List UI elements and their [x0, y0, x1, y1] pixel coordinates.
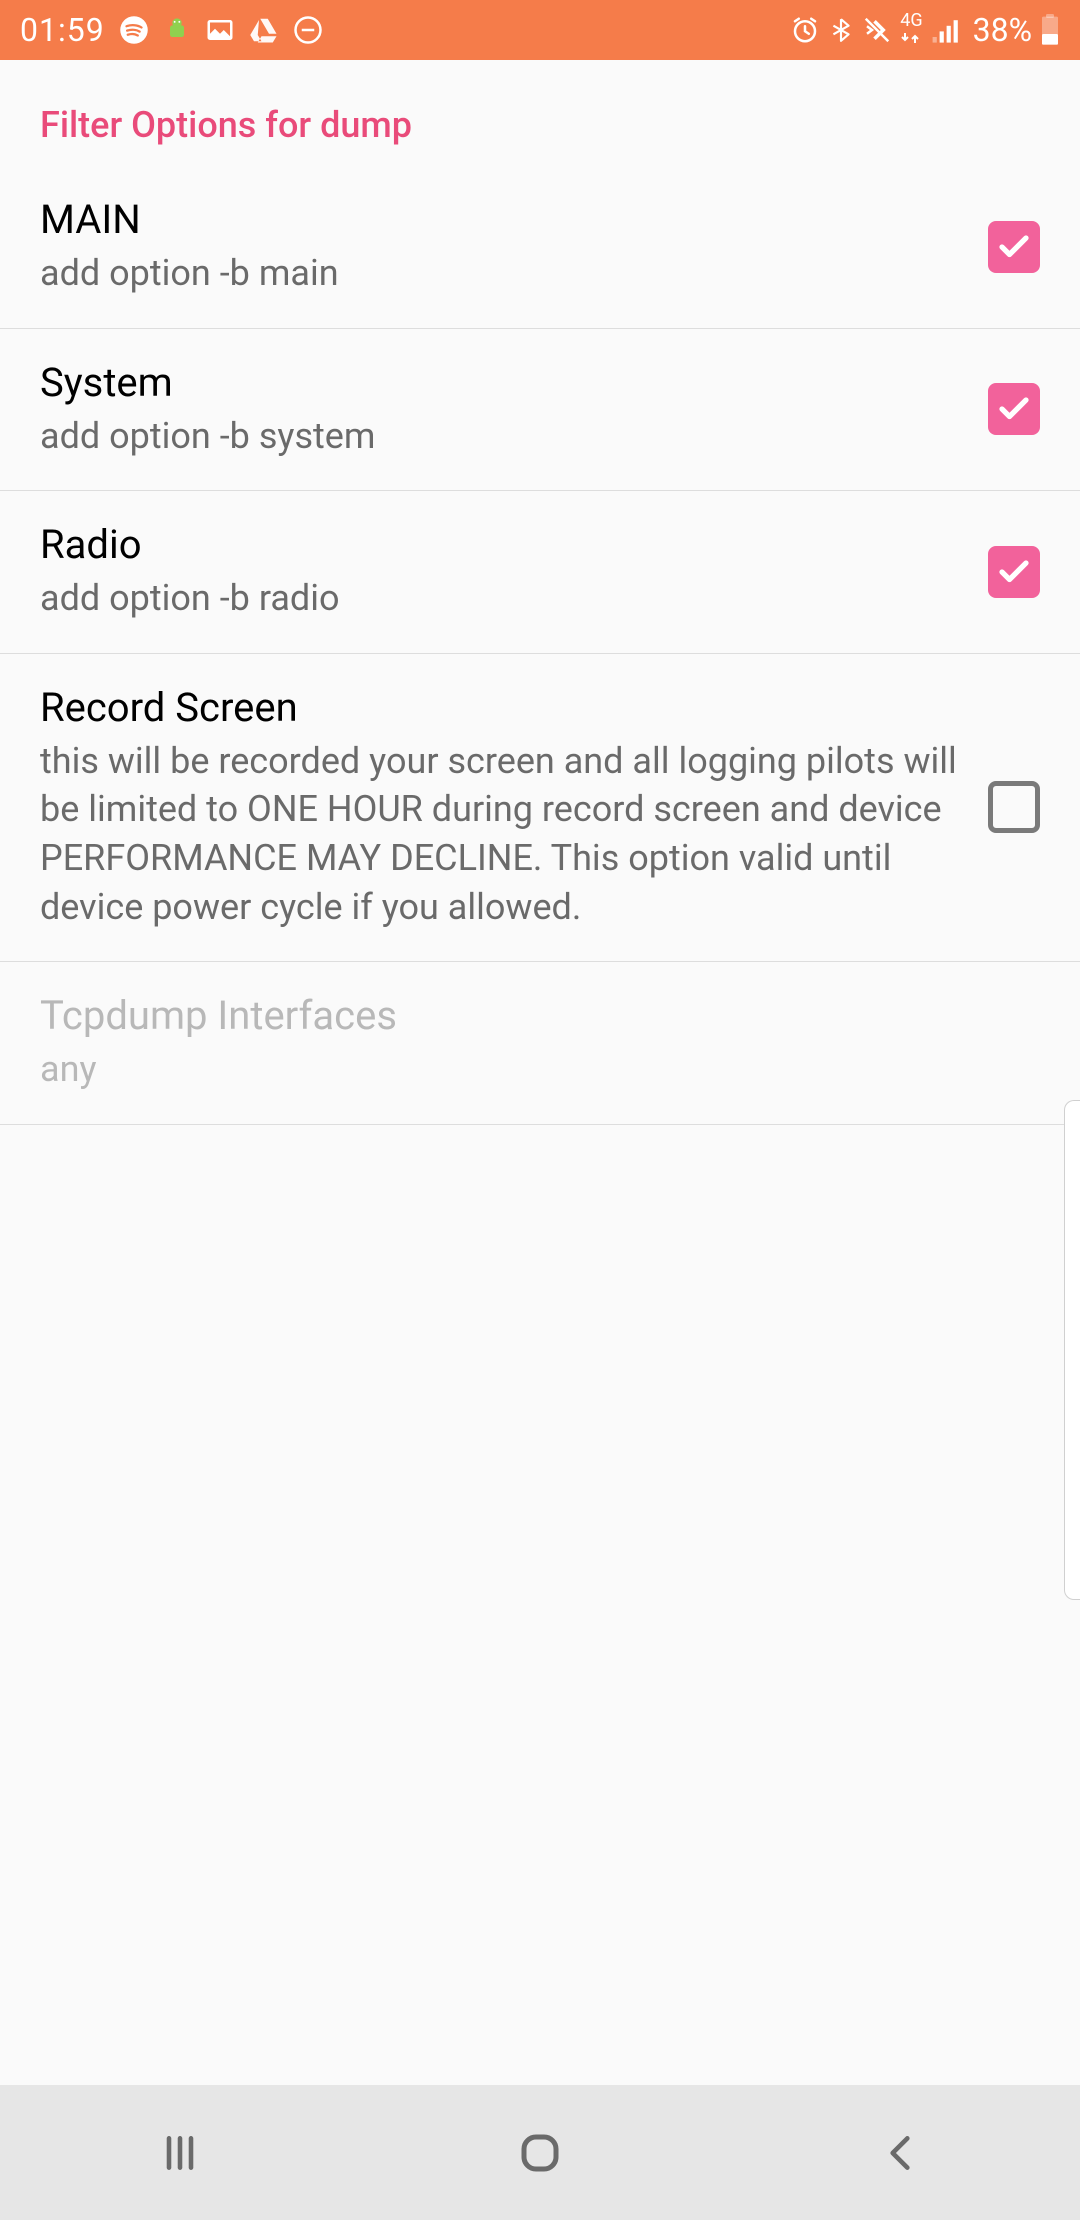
row-text: MAIN add option -b main [40, 196, 988, 298]
status-time: 01:59 [20, 11, 105, 49]
row-system[interactable]: System add option -b system [0, 329, 1080, 492]
do-not-disturb-icon [293, 15, 323, 45]
row-record-screen[interactable]: Record Screen this will be recorded your… [0, 654, 1080, 962]
android-icon [163, 16, 191, 44]
navigation-bar [0, 2085, 1080, 2220]
checkbox-record-screen[interactable] [988, 781, 1040, 833]
battery-icon [1040, 14, 1060, 46]
status-right: 4G 38% [790, 11, 1060, 49]
drive-icon [249, 15, 279, 45]
check-icon [996, 229, 1032, 265]
back-button[interactable] [800, 2085, 1000, 2220]
bluetooth-icon [828, 15, 854, 45]
recents-button[interactable] [80, 2085, 280, 2220]
checkbox-radio[interactable] [988, 546, 1040, 598]
back-icon [878, 2131, 922, 2175]
row-subtitle: add option -b main [40, 249, 958, 298]
check-icon [996, 391, 1032, 427]
network-4g-icon: 4G [900, 12, 922, 48]
row-title: Tcpdump Interfaces [40, 992, 1010, 1039]
image-icon [205, 15, 235, 45]
scroll-handle[interactable] [1064, 1100, 1080, 1600]
recents-icon [158, 2131, 202, 2175]
home-button[interactable] [440, 2085, 640, 2220]
status-bar: 01:59 4G 38% [0, 0, 1080, 60]
row-title: MAIN [40, 196, 958, 243]
home-icon [516, 2129, 564, 2177]
signal-icon [931, 16, 965, 44]
row-tcpdump-interfaces: Tcpdump Interfaces any [0, 962, 1080, 1125]
checkbox-main[interactable] [988, 221, 1040, 273]
row-text: Record Screen this will be recorded your… [40, 684, 988, 931]
row-subtitle: add option -b radio [40, 574, 958, 623]
alarm-icon [790, 15, 820, 45]
spotify-icon [119, 15, 149, 45]
status-left: 01:59 [20, 11, 323, 49]
row-subtitle: add option -b system [40, 412, 958, 461]
row-text: System add option -b system [40, 359, 988, 461]
row-text: Tcpdump Interfaces any [40, 992, 1040, 1094]
check-icon [996, 554, 1032, 590]
row-radio[interactable]: Radio add option -b radio [0, 491, 1080, 654]
row-text: Radio add option -b radio [40, 521, 988, 623]
section-header: Filter Options for dump [0, 60, 1080, 166]
vibrate-icon [862, 15, 892, 45]
row-main[interactable]: MAIN add option -b main [0, 166, 1080, 329]
row-title: Radio [40, 521, 958, 568]
checkbox-system[interactable] [988, 383, 1040, 435]
row-subtitle: any [40, 1045, 1010, 1094]
row-subtitle: this will be recorded your screen and al… [40, 737, 958, 931]
battery-percentage: 38% [973, 11, 1032, 49]
row-title: Record Screen [40, 684, 958, 731]
row-title: System [40, 359, 958, 406]
